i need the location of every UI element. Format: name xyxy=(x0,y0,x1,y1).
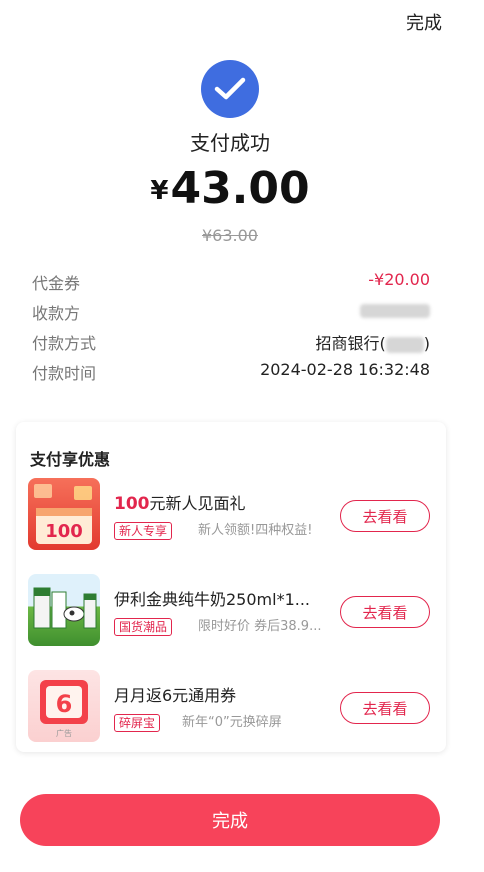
view-button[interactable]: 去看看 xyxy=(340,692,430,724)
detail-row-payee: 收款方 xyxy=(32,300,430,324)
detail-row-payment-time: 付款时间 2024-02-28 16:32:48 xyxy=(32,360,430,384)
detail-label: 付款方式 xyxy=(32,334,97,353)
detail-row-voucher: 代金券 -¥20.00 xyxy=(32,270,430,294)
detail-value xyxy=(360,300,430,319)
done-button[interactable]: 完成 xyxy=(20,794,440,846)
promo-card: 支付享优惠 100 100元新人见面礼 新人专享 新人领额!四种权益! 去看看 xyxy=(16,422,446,752)
promo-tag: 国货潮品 xyxy=(114,618,173,636)
gift-amount: 100 xyxy=(45,521,83,542)
detail-label: 付款时间 xyxy=(32,364,97,383)
original-price: ¥63.00 xyxy=(202,226,258,245)
detail-label: 代金券 xyxy=(32,274,81,293)
coupon-value: 6 xyxy=(56,690,73,718)
view-button[interactable]: 去看看 xyxy=(340,596,430,628)
payment-status-title: 支付成功 xyxy=(190,131,270,155)
promo-item-title: 月月返6元通用券 xyxy=(114,686,237,705)
promo-item[interactable]: 伊利金典纯牛奶250ml*1... 国货潮品 限时好价 券后38.9... 去看… xyxy=(28,574,438,654)
redacted-payee xyxy=(360,303,430,318)
milk-carton-icon xyxy=(28,574,100,646)
amount-value: 43.00 xyxy=(170,163,310,214)
red-gift-icon: 100 xyxy=(28,478,100,550)
detail-value: 2024-02-28 16:32:48 xyxy=(260,360,430,379)
success-check-icon xyxy=(201,60,259,118)
paid-amount: ¥43.00 xyxy=(0,163,460,214)
promo-item[interactable]: 100 100元新人见面礼 新人专享 新人领额!四种权益! 去看看 xyxy=(28,478,438,558)
detail-label: 收款方 xyxy=(32,304,81,323)
header-done-button[interactable]: 完成 xyxy=(406,9,442,35)
promo-tag: 碎屏宝 xyxy=(114,714,161,732)
detail-value: 招商银行() xyxy=(315,334,431,353)
promo-item-title: 伊利金典纯牛奶250ml*1... xyxy=(114,590,311,609)
ad-caption: 广告 xyxy=(56,728,72,738)
promo-subtitle: 限时好价 券后38.9... xyxy=(198,619,322,634)
currency-symbol: ¥ xyxy=(150,176,169,206)
promo-tag: 新人专享 xyxy=(114,522,173,540)
promo-subtitle: 新年“0”元换碎屏 xyxy=(182,715,282,730)
redacted-card-number xyxy=(385,336,424,353)
detail-value: -¥20.00 xyxy=(368,270,430,289)
promo-item[interactable]: 6 广告 月月返6元通用券 碎屏宝 新年“0”元换碎屏 去看看 xyxy=(28,670,438,750)
promo-subtitle: 新人领额!四种权益! xyxy=(198,523,313,538)
promo-item-title: 100元新人见面礼 xyxy=(114,494,246,514)
promo-card-title: 支付享优惠 xyxy=(30,450,111,469)
coupon-icon: 6 广告 xyxy=(28,670,100,742)
view-button[interactable]: 去看看 xyxy=(340,500,430,532)
detail-row-payment-method: 付款方式 招商银行() xyxy=(32,330,430,354)
